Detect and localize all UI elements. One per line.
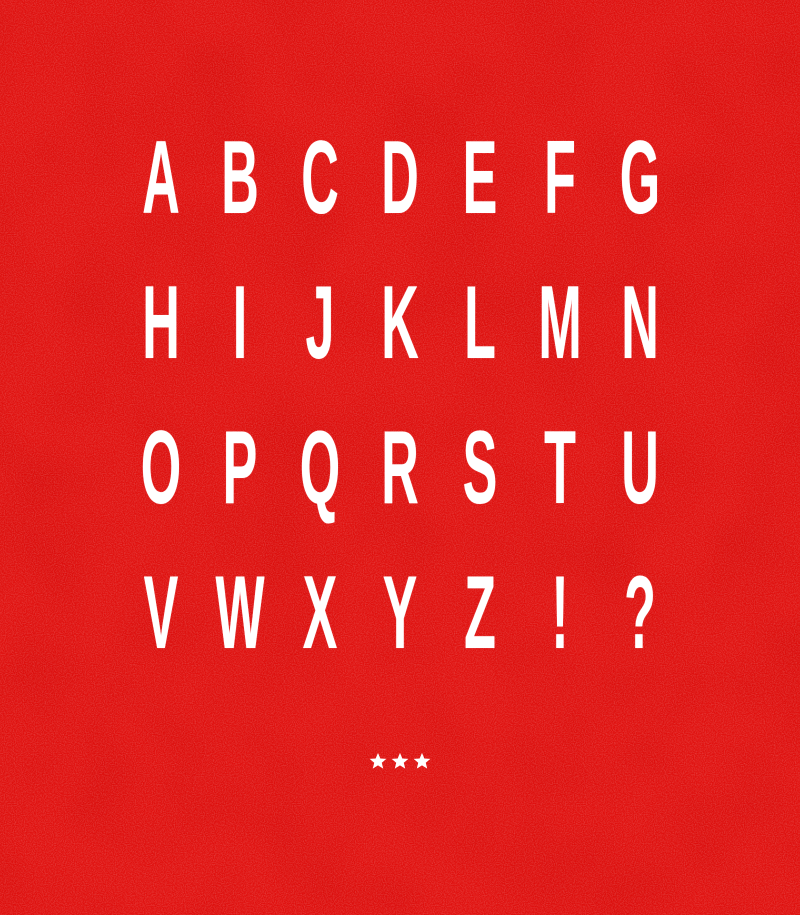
glyph-row-2: H I J K L M N [124, 263, 684, 408]
glyph: ? [624, 555, 656, 671]
glyph: R [381, 410, 419, 526]
glyph: A [142, 120, 180, 236]
star-icon [391, 752, 409, 769]
glyph: N [621, 265, 659, 381]
glyph: L [464, 265, 496, 381]
glyph: P [222, 410, 258, 526]
glyph: M [538, 265, 582, 381]
glyph: G [619, 120, 661, 236]
glyph: ! [551, 555, 569, 671]
glyph: C [301, 120, 339, 236]
glyph: Q [299, 410, 341, 526]
glyph: T [544, 410, 576, 526]
glyph: W [215, 555, 265, 671]
alphabet-specimen: A B C D E F G H I J K L M N O P Q R S T … [124, 118, 684, 698]
glyph: J [305, 265, 335, 381]
glyph: Y [382, 555, 418, 671]
glyph: X [302, 555, 338, 671]
glyph: V [143, 555, 179, 671]
glyph: S [462, 410, 498, 526]
star-ornament [300, 752, 500, 776]
glyph: H [142, 265, 180, 381]
star-icon [369, 752, 387, 769]
glyph: O [140, 410, 182, 526]
glyph: D [381, 120, 419, 236]
glyph: U [621, 410, 659, 526]
glyph: F [544, 120, 576, 236]
star-icon [413, 752, 431, 769]
glyph-row-3: O P Q R S T U [124, 408, 684, 553]
glyph: E [462, 120, 498, 236]
glyph-row-4: V W X Y Z ! ? [124, 553, 684, 698]
glyph: Z [464, 555, 496, 671]
glyph: B [221, 120, 259, 236]
glyph: I [232, 265, 248, 381]
glyph: K [381, 265, 419, 381]
glyph-row-1: A B C D E F G [124, 118, 684, 263]
